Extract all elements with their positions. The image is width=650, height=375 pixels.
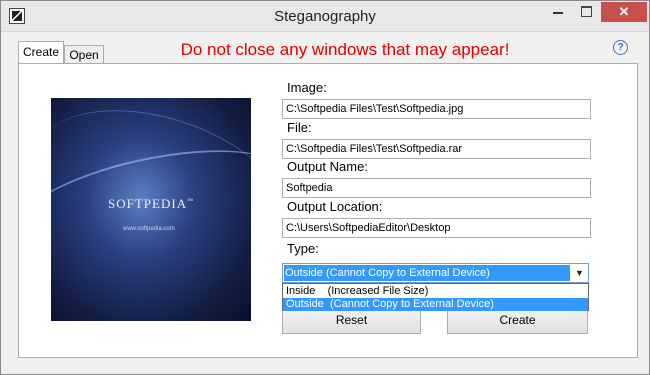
- image-preview: SOFTPEDIA™ www.softpedia.com: [51, 98, 251, 321]
- output-location-label: Output Location:: [287, 199, 383, 214]
- type-option-inside[interactable]: Inside (Increased File Size): [283, 285, 588, 298]
- type-dropdown-list: Inside (Increased File Size) Outside (Ca…: [282, 283, 589, 311]
- help-icon[interactable]: ?: [613, 40, 628, 55]
- type-selected-value: Outside (Cannot Copy to External Device): [284, 265, 570, 281]
- preview-trademark: ™: [187, 198, 194, 205]
- preview-logo-text: SOFTPEDIA™: [51, 196, 251, 212]
- image-path-field[interactable]: C:\Softpedia Files\Test\Softpedia.jpg: [282, 99, 591, 119]
- file-label: File:: [287, 120, 312, 135]
- maximize-icon: [580, 6, 592, 18]
- close-button[interactable]: ✕: [601, 2, 647, 22]
- image-label: Image:: [287, 80, 327, 95]
- tab-create[interactable]: Create: [18, 41, 64, 63]
- output-name-label: Output Name:: [287, 159, 368, 174]
- output-location-field[interactable]: C:\Users\SoftpediaEditor\Desktop: [282, 218, 591, 238]
- title-bar[interactable]: Steganography ✕: [1, 1, 649, 32]
- tab-open[interactable]: Open: [64, 45, 104, 63]
- type-select[interactable]: Outside (Cannot Copy to External Device)…: [282, 263, 589, 283]
- file-path-field[interactable]: C:\Softpedia Files\Test\Softpedia.rar: [282, 139, 591, 159]
- type-label: Type:: [287, 241, 319, 256]
- type-option-outside[interactable]: Outside (Cannot Copy to External Device): [283, 298, 588, 311]
- minimize-icon: [553, 11, 563, 14]
- preview-logo-word: SOFTPEDIA: [108, 196, 188, 211]
- maximize-button[interactable]: [573, 2, 599, 22]
- output-name-field[interactable]: Softpedia: [282, 178, 591, 198]
- chevron-down-icon[interactable]: ▼: [571, 264, 588, 282]
- minimize-button[interactable]: [545, 2, 571, 22]
- preview-url-text: www.softpedia.com: [123, 226, 175, 232]
